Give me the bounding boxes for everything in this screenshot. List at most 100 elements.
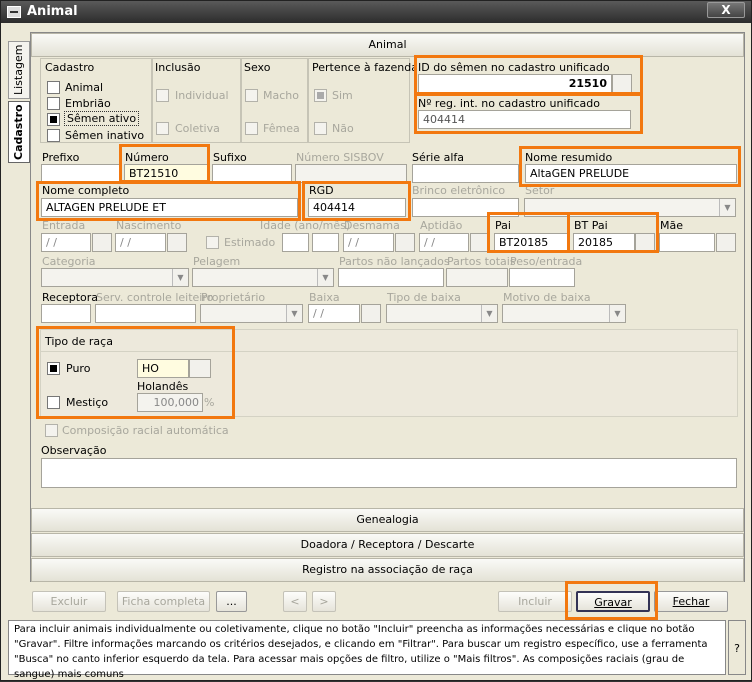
categoria-label: Categoria bbox=[42, 255, 96, 268]
fazenda-sim-radio[interactable] bbox=[314, 89, 327, 102]
categoria-select[interactable]: ▼ bbox=[41, 268, 189, 287]
cadastro-animal-radio[interactable] bbox=[47, 81, 60, 94]
composicao-label: Composição racial automática bbox=[62, 424, 229, 437]
chevron-down-icon: ▼ bbox=[719, 199, 735, 216]
fazenda-sim-label: Sim bbox=[332, 89, 353, 102]
proprietario-label: Proprietário bbox=[201, 291, 266, 304]
window-title: Animal bbox=[27, 4, 78, 19]
window-menu-icon[interactable] bbox=[7, 6, 21, 18]
serie-alfa-input[interactable] bbox=[412, 164, 519, 183]
brinco-label: Brinco eletrônico bbox=[412, 184, 506, 197]
pelagem-label: Pelagem bbox=[193, 255, 241, 268]
motivo-select[interactable]: ▼ bbox=[502, 304, 626, 323]
highlight-rgd bbox=[302, 181, 411, 221]
serie-alfa-label: Série alfa bbox=[412, 151, 465, 164]
inclusao-individual-radio[interactable] bbox=[156, 89, 169, 102]
estimado-label: Estimado bbox=[224, 236, 276, 249]
help-icon[interactable]: ? bbox=[728, 620, 746, 675]
sexo-label: Sexo bbox=[244, 61, 271, 74]
motivo-label: Motivo de baixa bbox=[503, 291, 591, 304]
tab-listagem[interactable]: Listagem bbox=[8, 41, 30, 99]
chevron-down-icon: ▼ bbox=[317, 269, 333, 286]
section-animal-header[interactable]: Animal bbox=[31, 33, 744, 57]
section-genealogia[interactable]: Genealogia bbox=[31, 508, 744, 532]
observacao-textarea[interactable] bbox=[41, 458, 737, 488]
proprietario-select[interactable]: ▼ bbox=[200, 304, 303, 323]
mae-label: Mãe bbox=[660, 219, 683, 232]
ficha-completa-button[interactable]: Ficha completa bbox=[117, 591, 210, 612]
inclusao-coletiva-radio[interactable] bbox=[156, 122, 169, 135]
observacao-label: Observação bbox=[41, 444, 107, 457]
pelagem-select[interactable]: ▼ bbox=[192, 268, 334, 287]
cadastro-animal-label: Animal bbox=[65, 81, 104, 94]
chevron-down-icon: ▼ bbox=[609, 305, 625, 322]
receptora-input[interactable] bbox=[41, 304, 91, 323]
aptidao-label: Aptidão bbox=[420, 219, 463, 232]
cadastro-semen-ativo-label: Sêmen ativo bbox=[64, 111, 140, 126]
peso-input[interactable] bbox=[509, 268, 575, 287]
desmama-calendar-button[interactable] bbox=[395, 233, 415, 252]
cadastro-embriao-radio[interactable] bbox=[47, 97, 60, 110]
fazenda-label: Pertence à fazenda bbox=[312, 61, 418, 74]
inclusao-label: Inclusão bbox=[155, 61, 201, 74]
cadastro-semen-ativo-radio[interactable] bbox=[47, 113, 60, 126]
chevron-down-icon: ▼ bbox=[481, 305, 497, 322]
mae-search-button[interactable] bbox=[716, 233, 736, 252]
highlight-gravar bbox=[565, 581, 658, 620]
idade-ano-input[interactable] bbox=[282, 233, 309, 252]
close-button[interactable]: X bbox=[707, 2, 745, 18]
nascimento-input[interactable]: / / bbox=[115, 233, 166, 252]
partos-totais-input[interactable] bbox=[446, 268, 508, 287]
entrada-input[interactable]: / / bbox=[41, 233, 91, 252]
chevron-down-icon: ▼ bbox=[172, 269, 188, 286]
help-text: Para incluir animais individualmente ou … bbox=[8, 620, 726, 680]
highlight-raca bbox=[36, 326, 235, 419]
composicao-checkbox[interactable] bbox=[45, 424, 58, 437]
chevron-down-icon: ▼ bbox=[286, 305, 302, 322]
fazenda-nao-label: Não bbox=[332, 122, 354, 135]
tab-cadastro[interactable]: Cadastro bbox=[8, 101, 30, 163]
nascimento-calendar-button[interactable] bbox=[167, 233, 187, 252]
sexo-femea-radio[interactable] bbox=[245, 122, 258, 135]
tipo-baixa-select[interactable]: ▼ bbox=[386, 304, 498, 323]
sexo-macho-radio[interactable] bbox=[245, 89, 258, 102]
more-button[interactable]: ... bbox=[216, 591, 247, 612]
sufixo-label: Sufixo bbox=[213, 151, 247, 164]
entrada-calendar-button[interactable] bbox=[92, 233, 112, 252]
estimado-checkbox[interactable] bbox=[206, 236, 219, 249]
sexo-macho-label: Macho bbox=[263, 89, 299, 102]
serv-label: Serv. controle leiteiro bbox=[96, 291, 214, 304]
section-registro[interactable]: Registro na associação de raça bbox=[31, 558, 744, 582]
highlight-nome-resumido bbox=[519, 146, 741, 187]
next-button[interactable]: > bbox=[312, 591, 336, 612]
prefixo-label: Prefixo bbox=[42, 151, 80, 164]
baixa-calendar-button[interactable] bbox=[361, 304, 381, 323]
highlight-nreg bbox=[414, 92, 643, 134]
highlight-numero bbox=[119, 144, 210, 183]
cadastro-semen-inativo-radio[interactable] bbox=[47, 129, 60, 142]
title-bar: Animal X bbox=[1, 1, 751, 23]
highlight-id-semen bbox=[414, 55, 643, 96]
baixa-input[interactable]: / / bbox=[308, 304, 360, 323]
partos-nao-input[interactable] bbox=[338, 268, 444, 287]
incluir-button[interactable]: Incluir bbox=[498, 591, 572, 612]
cadastro-label: Cadastro bbox=[45, 61, 95, 74]
tipo-baixa-label: Tipo de baixa bbox=[387, 291, 461, 304]
prev-button[interactable]: < bbox=[283, 591, 307, 612]
inclusao-individual-label: Individual bbox=[175, 89, 229, 102]
fechar-button[interactable]: Fechar bbox=[654, 591, 728, 612]
partos-totais-label: Partos totais bbox=[447, 255, 516, 268]
section-doadora[interactable]: Doadora / Receptora / Descarte bbox=[31, 533, 744, 557]
excluir-button[interactable]: Excluir bbox=[32, 591, 106, 612]
partos-nao-label: Partos não lançados bbox=[339, 255, 450, 268]
serv-input[interactable] bbox=[95, 304, 196, 323]
desmama-input[interactable]: / / bbox=[343, 233, 394, 252]
fazenda-nao-radio[interactable] bbox=[314, 122, 327, 135]
aptidao-input[interactable]: / / bbox=[419, 233, 469, 252]
idade-mes-input[interactable] bbox=[312, 233, 339, 252]
highlight-bt-pai bbox=[567, 212, 659, 253]
animal-window: Animal X Listagem Cadastro Animal Cadast… bbox=[0, 0, 752, 681]
inclusao-coletiva-label: Coletiva bbox=[175, 122, 220, 135]
mae-input[interactable] bbox=[659, 233, 715, 252]
receptora-label: Receptora bbox=[42, 291, 99, 304]
